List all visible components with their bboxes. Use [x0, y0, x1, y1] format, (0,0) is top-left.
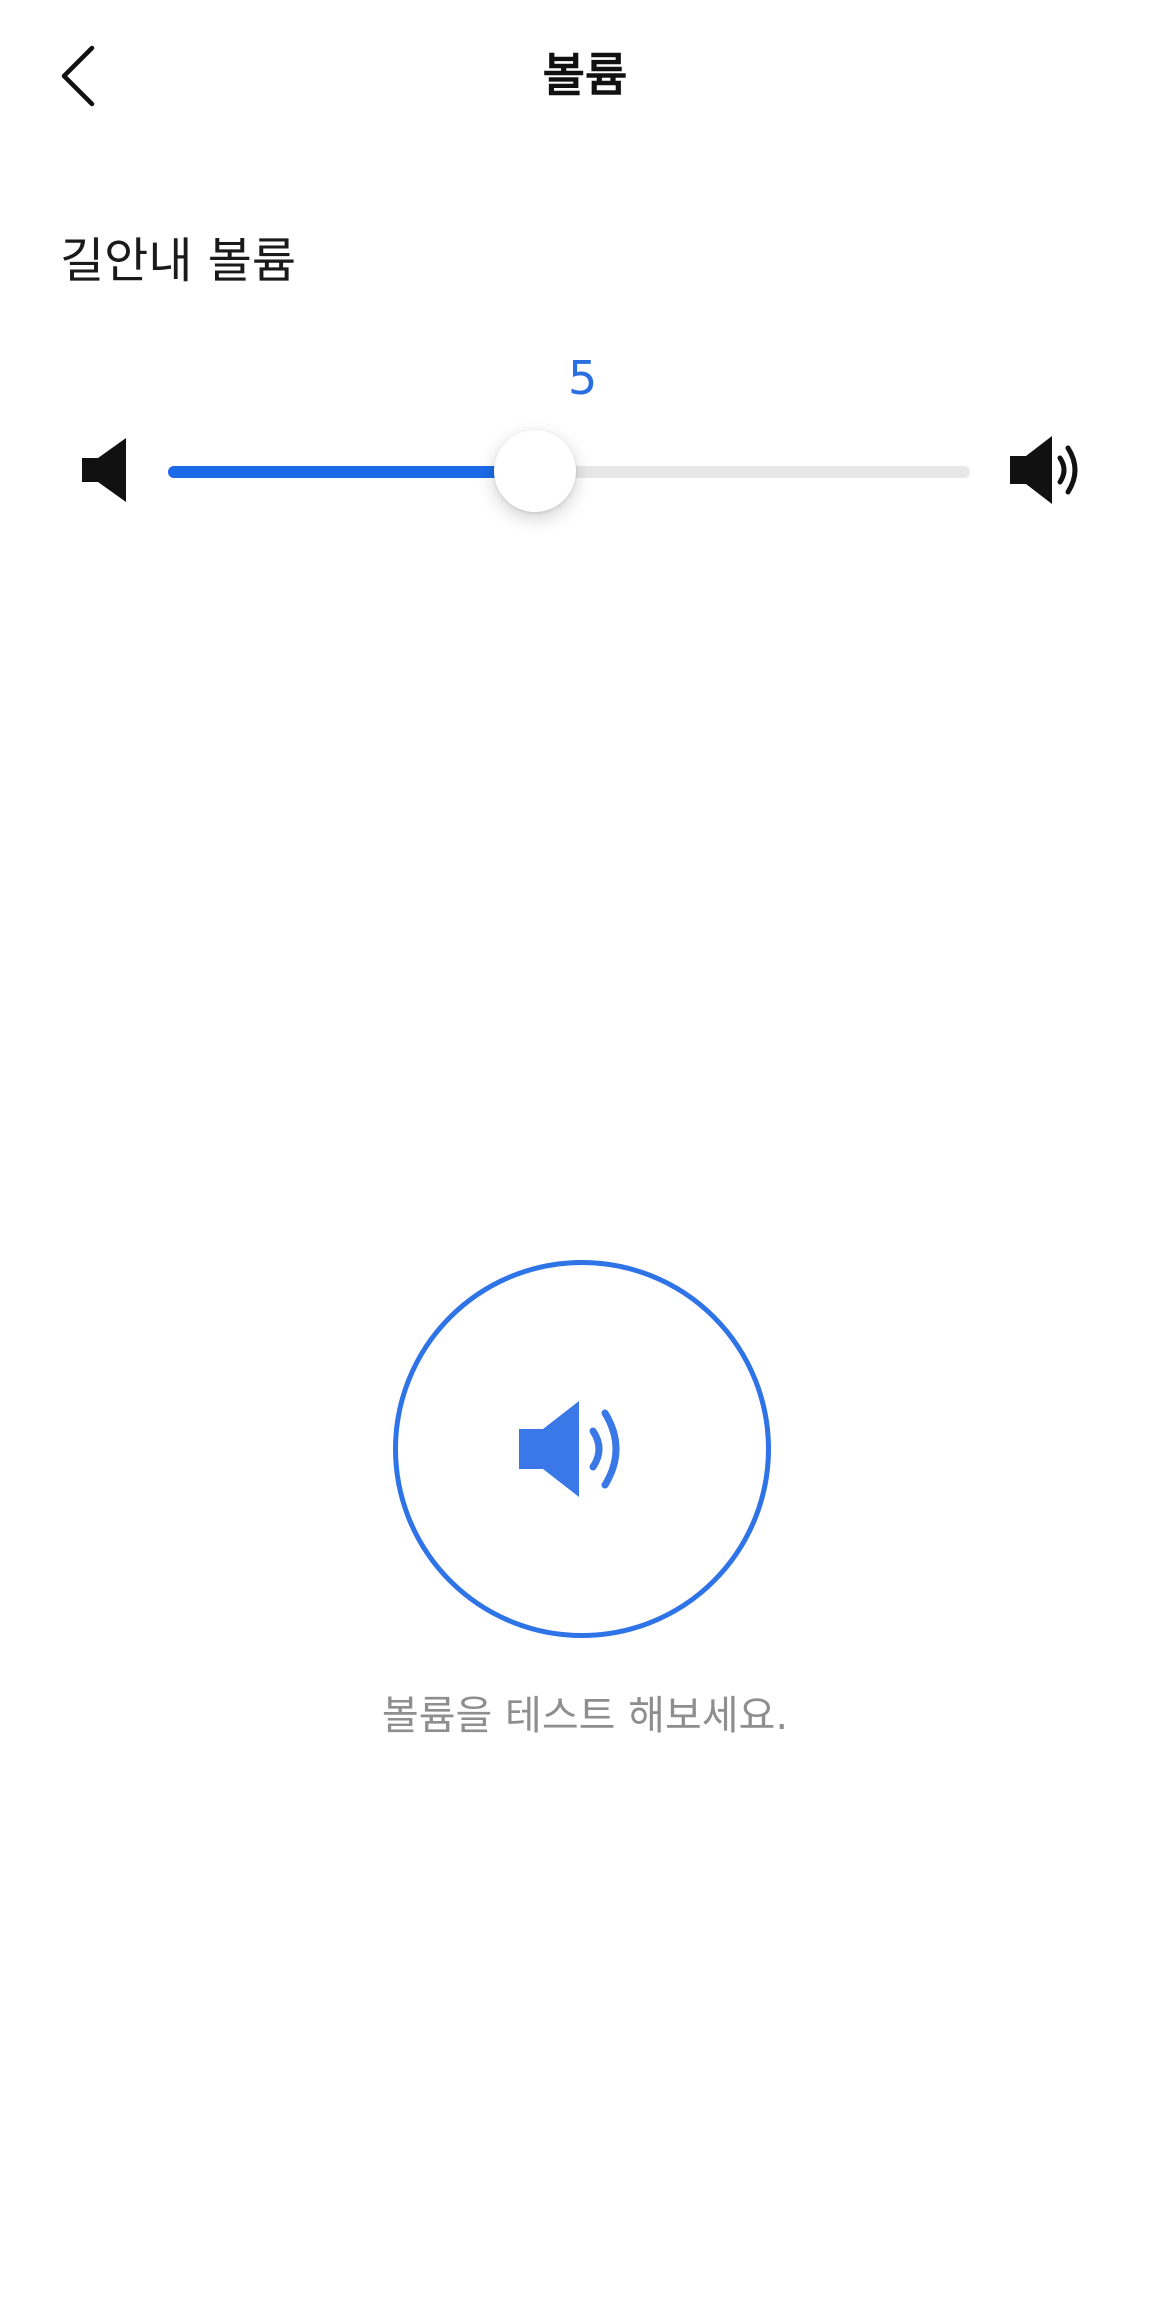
speaker-icon — [519, 1401, 620, 1497]
speaker-loud-icon — [1008, 434, 1088, 506]
speaker-mute-icon — [80, 436, 130, 504]
volume-value-text: 5 — [568, 351, 598, 405]
volume-slider-thumb[interactable] — [494, 430, 576, 512]
page-title: 볼륨 — [542, 48, 628, 102]
section-label-guidance-volume: 길안내 볼륨 — [60, 233, 297, 289]
volume-value-label: 5 — [568, 348, 768, 408]
volume-slider-fill — [168, 466, 535, 478]
header-bar: 볼륨 — [0, 0, 1170, 150]
volume-test-hint: 볼륨을 테스트 해보세요. — [381, 1693, 789, 1739]
volume-test-button[interactable] — [393, 1260, 771, 1638]
